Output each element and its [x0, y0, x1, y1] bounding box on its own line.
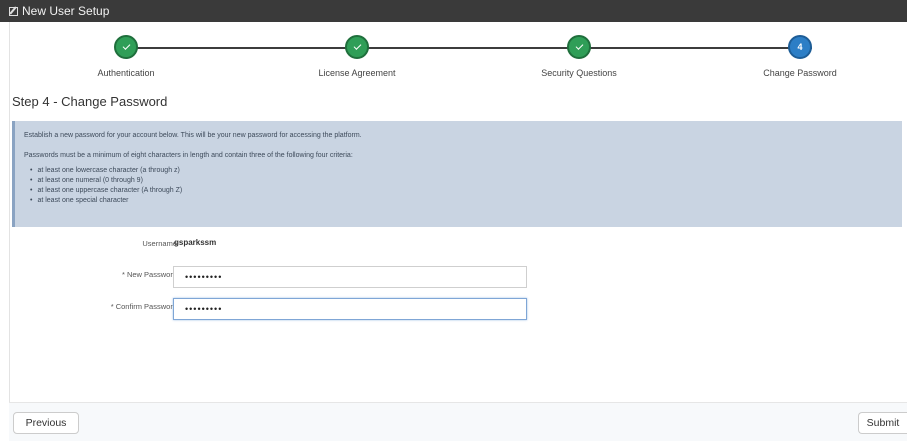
- criteria-list: at least one lowercase character (a thro…: [24, 166, 902, 206]
- confirm-password-row: * Confirm Password •••••••••: [12, 298, 902, 320]
- step-complete-icon: [114, 35, 138, 59]
- confirm-password-input[interactable]: •••••••••: [173, 298, 527, 320]
- new-password-label: * New Password: [121, 270, 177, 279]
- wizard-step-label: Authentication: [97, 68, 155, 78]
- wizard-step-security-questions: Security Questions: [479, 28, 679, 78]
- new-password-input[interactable]: •••••••••: [173, 266, 527, 288]
- wizard-step-label: Security Questions: [541, 68, 617, 78]
- wizard-step-label: License Agreement: [318, 68, 396, 78]
- username-row: Username gsparkssm: [12, 235, 902, 257]
- wizard-step-authentication: Authentication: [26, 28, 226, 78]
- title-bar: New User Setup: [0, 0, 907, 22]
- previous-button[interactable]: Previous: [13, 412, 79, 434]
- info-rules-intro: Passwords must be a minimum of eight cha…: [24, 152, 353, 159]
- step-complete-icon: [345, 35, 369, 59]
- new-password-row: * New Password •••••••••: [12, 266, 902, 288]
- info-intro: Establish a new password for your accoun…: [24, 132, 362, 139]
- window-title: New User Setup: [22, 4, 110, 18]
- wizard-step-label: Change Password: [763, 68, 837, 78]
- username-value: gsparkssm: [174, 238, 217, 247]
- criteria-item: at least one special character: [30, 196, 902, 206]
- confirm-password-label: * Confirm Password: [110, 302, 177, 311]
- wizard-footer: Previous Submit: [9, 402, 907, 441]
- criteria-item: at least one uppercase character (A thro…: [30, 186, 902, 196]
- wizard-step-change-password: 4 Change Password: [700, 28, 900, 78]
- page-title: Step 4 - Change Password: [12, 94, 168, 109]
- wizard-step-license-agreement: License Agreement: [257, 28, 457, 78]
- step-complete-icon: [567, 35, 591, 59]
- wizard-progress: Authentication License Agreement Securit…: [12, 28, 902, 88]
- criteria-item: at least one numeral (0 through 9): [30, 176, 902, 186]
- criteria-item: at least one lowercase character (a thro…: [30, 166, 902, 176]
- password-info-box: Establish a new password for your accoun…: [12, 121, 902, 227]
- username-label: Username: [142, 239, 177, 248]
- submit-button[interactable]: Submit: [858, 412, 907, 434]
- edit-icon: [9, 6, 18, 16]
- left-frame: [0, 22, 10, 440]
- step-active-number: 4: [788, 35, 812, 59]
